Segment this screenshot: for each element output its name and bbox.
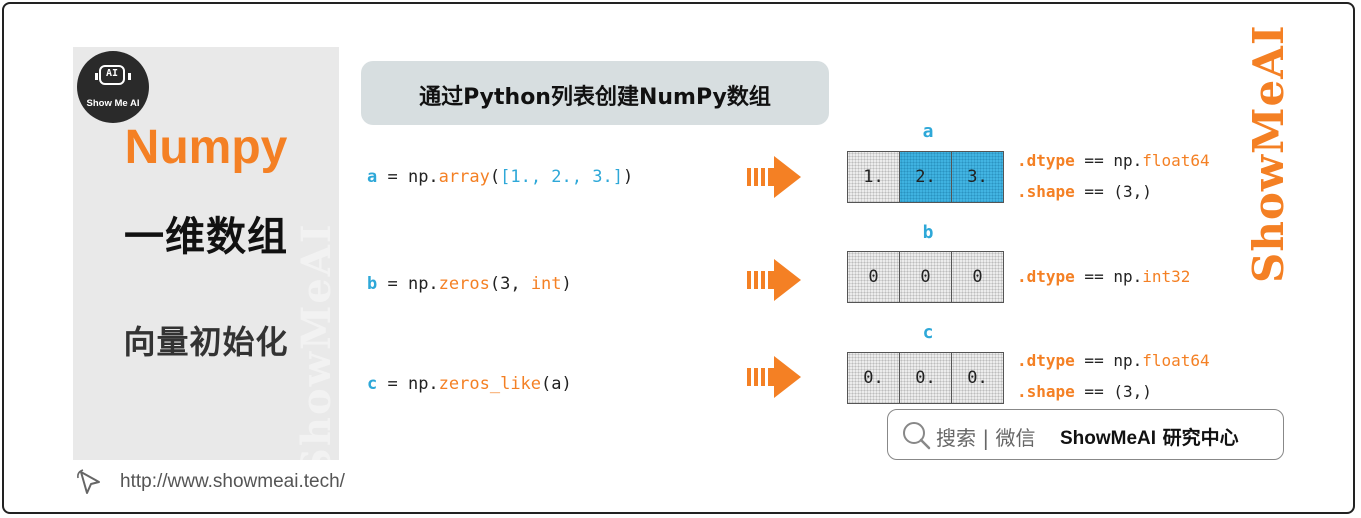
panel-topic: 向量初始化 <box>123 323 289 361</box>
code-paren: (3, <box>489 274 531 294</box>
attr-name: .dtype <box>1017 267 1075 286</box>
arrow-right-icon <box>747 259 801 301</box>
attr-op: == np. <box>1074 267 1143 286</box>
wechat-search-box[interactable]: 搜索 | 微信 ShowMeAI 研究中心 <box>887 409 1284 460</box>
array-name-a: a <box>922 121 934 142</box>
section-header: 通过Python列表创建NumPy数组 <box>361 61 829 125</box>
code-fn: array <box>438 167 490 187</box>
array-b-dtype: .dtype == np.int32 <box>1017 267 1190 286</box>
brand-vertical-text: ShowMeAI <box>1244 24 1293 283</box>
search-brand-name: ShowMeAI <box>1060 428 1157 449</box>
code-line-c: c = np.zeros_like(a) <box>367 374 572 394</box>
array-c-dtype: .dtype == np.float64 <box>1017 351 1210 370</box>
code-var: b <box>367 274 378 294</box>
code-args: (a) <box>541 374 572 394</box>
showmeai-logo: AI Show Me AI <box>77 51 149 123</box>
attr-op: == (3,) <box>1074 182 1152 201</box>
attr-op: == np. <box>1074 351 1143 370</box>
code-fn: zeros <box>438 274 490 294</box>
attr-value: int32 <box>1142 267 1191 286</box>
code-paren: ) <box>561 274 572 294</box>
array-cell: 0. <box>899 352 952 404</box>
brand-vertical: ShowMeAI <box>1244 24 1294 283</box>
logo-ear-left <box>95 73 98 80</box>
attr-value: float64 <box>1142 151 1210 170</box>
robot-icon: AI <box>99 65 125 85</box>
code-paren: ( <box>489 167 501 187</box>
attr-op: == (3,) <box>1074 382 1152 401</box>
code-var: a <box>367 167 378 187</box>
code-var: c <box>367 374 378 394</box>
attr-name: .shape <box>1017 382 1075 401</box>
search-brand-suffix: 研究中心 <box>1156 427 1239 449</box>
website-link[interactable]: http://www.showmeai.tech/ <box>120 471 345 493</box>
array-a-cells: 1. 2. 3. <box>847 151 1004 203</box>
array-a-dtype: .dtype == np.float64 <box>1017 151 1210 170</box>
code-op: = np. <box>377 274 439 294</box>
attr-name: .dtype <box>1017 351 1075 370</box>
code-paren: ) <box>622 167 634 187</box>
search-brand: ShowMeAI 研究中心 <box>1060 423 1239 450</box>
logo-face-text: AI <box>105 68 119 79</box>
code-args: [1., 2., 3.] <box>500 167 623 187</box>
array-c-shape: .shape == (3,) <box>1017 382 1152 401</box>
search-label: 搜索 | 微信 <box>936 426 1036 450</box>
attr-value: float64 <box>1142 351 1210 370</box>
attr-name: .dtype <box>1017 151 1075 170</box>
array-cell: 1. <box>847 151 900 203</box>
arrow-right-icon <box>747 156 801 198</box>
panel-title: Numpy <box>124 121 288 174</box>
array-c-cells: 0. 0. 0. <box>847 352 1004 404</box>
arrow-right-icon <box>747 356 801 398</box>
attr-name: .shape <box>1017 182 1075 201</box>
array-cell: 0 <box>951 251 1004 303</box>
array-cell: 0 <box>847 251 900 303</box>
cursor-click-icon <box>77 469 100 494</box>
code-op: = np. <box>377 167 439 187</box>
array-cell: 3. <box>951 151 1004 203</box>
search-icon <box>903 422 931 450</box>
array-cell: 0. <box>951 352 1004 404</box>
array-b-cells: 0 0 0 <box>847 251 1004 303</box>
code-line-a: a = np.array([1., 2., 3.]) <box>367 167 633 187</box>
logo-text: Show Me AI <box>86 98 140 109</box>
panel-subtitle: 一维数组 <box>124 214 288 260</box>
array-cell: 0. <box>847 352 900 404</box>
left-panel: ShowMeAI AI Show Me AI Numpy 一维数组 向量初始化 <box>73 47 339 460</box>
array-cell: 2. <box>899 151 952 203</box>
array-a-shape: .shape == (3,) <box>1017 182 1152 201</box>
code-kw: int <box>530 274 562 294</box>
code-fn: zeros_like <box>438 374 542 394</box>
logo-ear-right <box>128 73 131 80</box>
section-title: 通过Python列表创建NumPy数组 <box>419 85 771 110</box>
code-line-b: b = np.zeros(3, int) <box>367 274 572 294</box>
array-name-b: b <box>922 222 934 243</box>
array-name-c: c <box>922 322 934 343</box>
array-cell: 0 <box>899 251 952 303</box>
code-op: = np. <box>377 374 439 394</box>
attr-op: == np. <box>1074 151 1143 170</box>
